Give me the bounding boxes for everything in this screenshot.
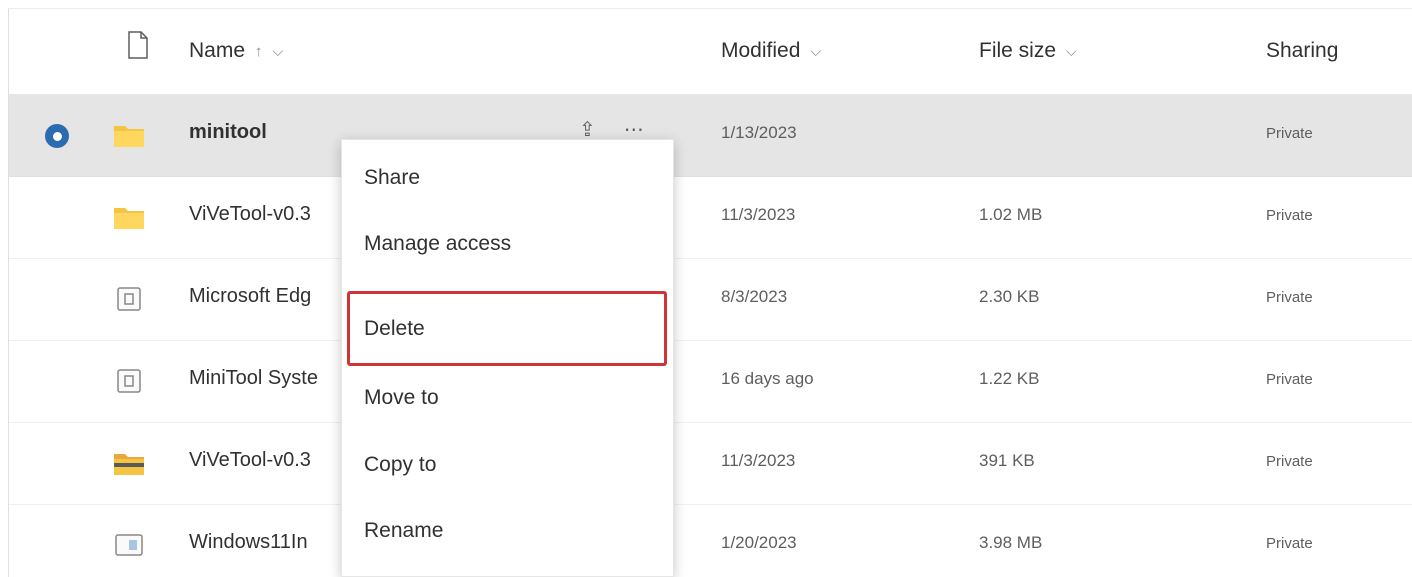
row-modified: 8/3/2023 — [721, 287, 788, 306]
table-row[interactable]: Windows11In 1/20/2023 3.98 MB Private — [9, 505, 1412, 577]
row-name[interactable]: MiniTool Syste — [189, 367, 318, 390]
menu-item-delete[interactable]: Delete — [364, 317, 425, 341]
chevron-down-icon[interactable]: ⌵ — [1066, 43, 1077, 60]
menu-item-share[interactable]: Share — [364, 166, 420, 190]
folder-icon — [114, 126, 144, 147]
file-icon[interactable] — [127, 31, 149, 59]
row-sharing[interactable]: Private — [1266, 289, 1313, 306]
row-size: 3.98 MB — [979, 533, 1043, 552]
row-size: 1.02 MB — [979, 205, 1043, 224]
row-name[interactable]: Microsoft Edg — [189, 285, 311, 308]
chevron-down-icon[interactable]: ⌵ — [810, 43, 821, 60]
arrow-up-icon: ↑ — [255, 42, 263, 60]
table-row[interactable]: MiniTool Syste 16 days ago 1.22 KB Priva… — [9, 341, 1412, 423]
file-icon — [117, 287, 141, 311]
row-name[interactable]: minitool — [189, 121, 267, 144]
row-size: 391 KB — [979, 451, 1035, 470]
column-name-header[interactable]: Name ↑ ⌵ — [189, 39, 283, 63]
menu-item-rename[interactable]: Rename — [364, 519, 443, 543]
table-row[interactable]: ViVeTool-v0.3 11/3/2023 391 KB Private — [9, 423, 1412, 505]
column-file-size-header[interactable]: File size ⌵ — [979, 39, 1077, 63]
row-size: 1.22 KB — [979, 369, 1040, 388]
row-modified: 1/20/2023 — [721, 533, 797, 552]
row-sharing[interactable]: Private — [1266, 453, 1313, 470]
chevron-down-icon[interactable]: ⌵ — [273, 43, 284, 60]
row-sharing[interactable]: Private — [1266, 207, 1313, 224]
column-file-size-label: File size — [979, 39, 1057, 62]
context-menu: Share Manage access Delete Move to Copy … — [341, 139, 674, 577]
row-modified: 16 days ago — [721, 369, 814, 388]
file-icon — [117, 369, 141, 393]
row-size: 2.30 KB — [979, 287, 1040, 306]
menu-item-move-to[interactable]: Move to — [364, 386, 439, 410]
menu-item-manage-access[interactable]: Manage access — [364, 232, 511, 256]
row-modified: 1/13/2023 — [721, 123, 797, 142]
column-sharing-label: Sharing — [1266, 39, 1339, 62]
row-name[interactable]: ViVeTool-v0.3 — [189, 449, 311, 472]
column-modified-label: Modified — [721, 39, 801, 62]
column-name-label: Name — [189, 39, 246, 62]
row-modified: 11/3/2023 — [721, 205, 796, 224]
table-row[interactable]: Microsoft Edg 8/3/2023 2.30 KB Private — [9, 259, 1412, 341]
row-name[interactable]: ViVeTool-v0.3 — [189, 203, 311, 226]
file-list: Name ↑ ⌵ Modified ⌵ File size ⌵ Sharing … — [8, 8, 1412, 577]
table-row[interactable]: ViVeTool-v0.3 11/3/2023 1.02 MB Private — [9, 177, 1412, 259]
selected-check-icon[interactable] — [45, 124, 69, 148]
row-sharing[interactable]: Private — [1266, 535, 1313, 552]
column-modified-header[interactable]: Modified ⌵ — [721, 39, 821, 63]
row-modified: 11/3/2023 — [721, 451, 796, 470]
row-sharing[interactable]: Private — [1266, 371, 1313, 388]
zip-folder-icon — [114, 454, 144, 475]
menu-item-copy-to[interactable]: Copy to — [364, 453, 436, 477]
folder-icon — [114, 208, 144, 229]
column-header-row: Name ↑ ⌵ Modified ⌵ File size ⌵ Sharing — [9, 9, 1412, 95]
row-sharing[interactable]: Private — [1266, 125, 1313, 142]
row-name[interactable]: Windows11In — [189, 531, 308, 554]
image-file-icon — [115, 534, 143, 556]
table-row[interactable]: minitool ⇪ ⋯ 1/13/2023 Private — [9, 95, 1412, 177]
column-sharing-header[interactable]: Sharing — [1266, 39, 1338, 63]
